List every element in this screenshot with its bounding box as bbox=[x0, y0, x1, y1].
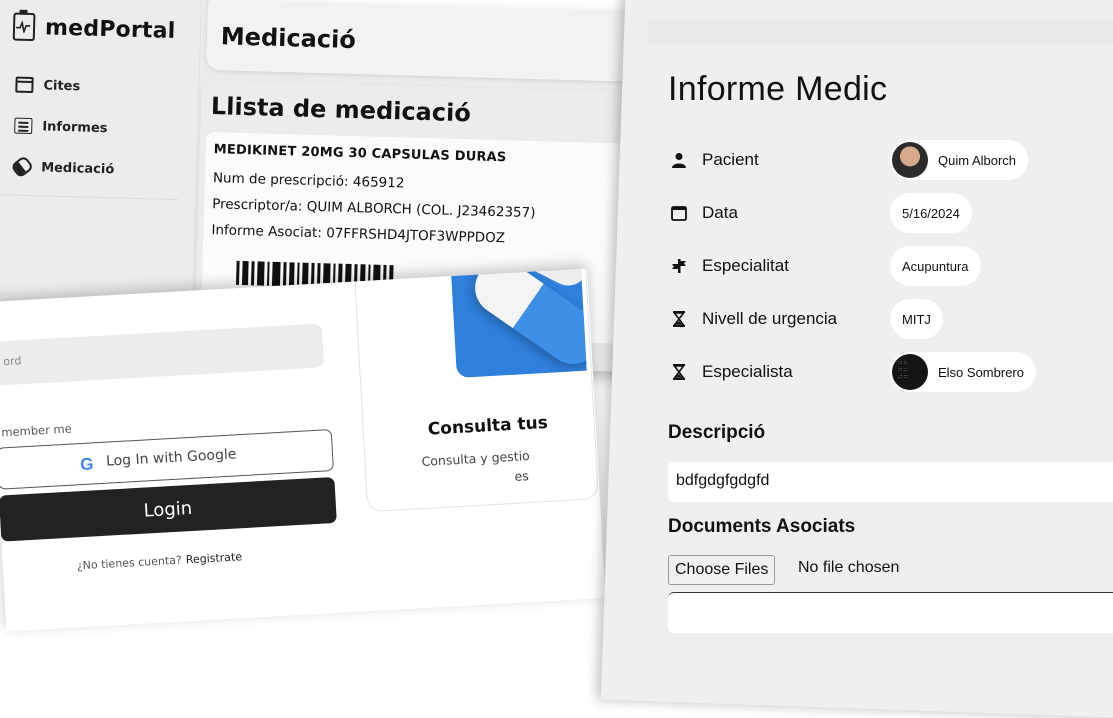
field-urgencia: Nivell de urgencia bbox=[668, 299, 837, 339]
promo-subtitle-cont: es bbox=[514, 468, 530, 484]
report-title: Informe Medic bbox=[668, 70, 888, 109]
urgency-value: MITJ bbox=[902, 311, 931, 327]
prescriber-label: Prescriptor/a: bbox=[211, 196, 303, 215]
top-bar bbox=[648, 19, 1113, 44]
avatar bbox=[892, 354, 928, 390]
report-screen: Informe Medic Pacient Quim Alborch Data … bbox=[600, 0, 1113, 718]
sidebar-item-cites[interactable]: Cites bbox=[15, 76, 81, 95]
field-especialitat: Especialitat bbox=[668, 246, 789, 286]
field-label: Especialitat bbox=[702, 256, 789, 275]
field-label: Especialista bbox=[702, 362, 793, 381]
file-status: No file chosen bbox=[798, 559, 900, 576]
signup-prompt: ¿No tienes cuenta? Registrate bbox=[77, 550, 243, 572]
urgency-chip: MITJ bbox=[890, 299, 943, 339]
field-pacient: Pacient bbox=[668, 140, 759, 180]
field-data: Data bbox=[668, 193, 738, 233]
google-button-label: Log In with Google bbox=[105, 446, 237, 470]
prescriber: Prescriptor/a: QUIM ALBORCH (COL. J23462… bbox=[212, 196, 536, 221]
sidebar-item-informes[interactable]: Informes bbox=[14, 117, 108, 137]
report-icon bbox=[14, 117, 33, 135]
prescription-value: 465912 bbox=[352, 174, 405, 192]
hourglass-icon bbox=[668, 311, 690, 327]
pill-icon bbox=[10, 154, 35, 179]
specialist-name: Elso Sombrero bbox=[938, 364, 1024, 380]
prescription-label: Num de prescripció: bbox=[212, 170, 349, 190]
associated-report: Informe Asociat: 07FFRSHD4JTOF3WPPDOZ bbox=[211, 222, 505, 246]
specialty-chip: Acupuntura bbox=[890, 245, 981, 286]
report-label: Informe Asociat: bbox=[211, 222, 323, 242]
avatar bbox=[892, 142, 928, 178]
clipboard-pulse-icon bbox=[12, 12, 36, 42]
promo-card: Consulta tus Consulta y gestio es bbox=[354, 268, 598, 512]
hourglass-icon bbox=[668, 364, 690, 380]
field-label: Data bbox=[702, 203, 738, 222]
capsule-illustration bbox=[450, 268, 587, 378]
login-button-label: Login bbox=[143, 497, 193, 522]
calendar-icon bbox=[668, 205, 690, 221]
login-screen: ord member me G Log In with Google Login… bbox=[0, 268, 606, 632]
promo-title: Consulta tus bbox=[427, 412, 549, 440]
description-value: bdfgdgfgdgfd bbox=[676, 472, 770, 489]
list-title: Llista de medicació bbox=[210, 92, 472, 128]
file-area bbox=[668, 592, 1113, 633]
specialty-value: Acupuntura bbox=[902, 258, 969, 274]
medication-name: MEDIKINET 20MG 30 CAPSULAS DURAS bbox=[213, 142, 507, 166]
date-value: 5/16/2024 bbox=[902, 205, 960, 221]
sidebar-item-label: Informes bbox=[42, 118, 108, 136]
signup-link[interactable]: Registrate bbox=[185, 550, 242, 566]
description-field[interactable]: bdfgdgfgdgfd bbox=[668, 462, 1113, 503]
field-label: Pacient bbox=[702, 150, 759, 169]
field-label: Nivell de urgencia bbox=[702, 309, 838, 328]
page-title: Medicació bbox=[220, 22, 357, 55]
page-header: Medicació bbox=[205, 0, 678, 84]
prescriber-value: QUIM ALBORCH (COL. J23462357) bbox=[306, 198, 536, 222]
app-logo[interactable]: medPortal bbox=[12, 12, 176, 45]
prescription-number: Num de prescripció: 465912 bbox=[213, 170, 405, 191]
promo-subtitle: Consulta y gestio bbox=[421, 448, 531, 470]
documents-heading: Documents Asociats bbox=[668, 516, 856, 537]
sidebar-divider bbox=[0, 193, 179, 201]
password-field[interactable]: ord bbox=[0, 323, 325, 386]
app-name: medPortal bbox=[44, 14, 176, 44]
signup-question: ¿No tienes cuenta? bbox=[76, 553, 183, 573]
sidebar-item-label: Medicació bbox=[40, 159, 115, 177]
report-value: 07FFRSHD4JTOF3WPPDOZ bbox=[325, 225, 506, 247]
sidebar-item-medicacio[interactable]: Medicació bbox=[10, 154, 115, 179]
choose-files-button[interactable]: Choose Files bbox=[668, 555, 776, 585]
description-heading: Descripció bbox=[668, 422, 766, 443]
specialist-chip[interactable]: Elso Sombrero bbox=[890, 352, 1036, 392]
google-icon: G bbox=[79, 454, 94, 475]
sidebar-item-label: Cites bbox=[43, 77, 81, 94]
field-especialista: Especialista bbox=[668, 352, 793, 392]
person-icon bbox=[668, 152, 690, 168]
password-placeholder: ord bbox=[2, 354, 22, 369]
signpost-icon bbox=[668, 258, 690, 274]
calendar-icon bbox=[15, 76, 34, 94]
patient-chip[interactable]: Quim Alborch bbox=[890, 140, 1029, 180]
patient-name: Quim Alborch bbox=[938, 152, 1017, 168]
date-chip: 5/16/2024 bbox=[890, 192, 972, 233]
remember-me-checkbox[interactable]: member me bbox=[1, 422, 72, 440]
